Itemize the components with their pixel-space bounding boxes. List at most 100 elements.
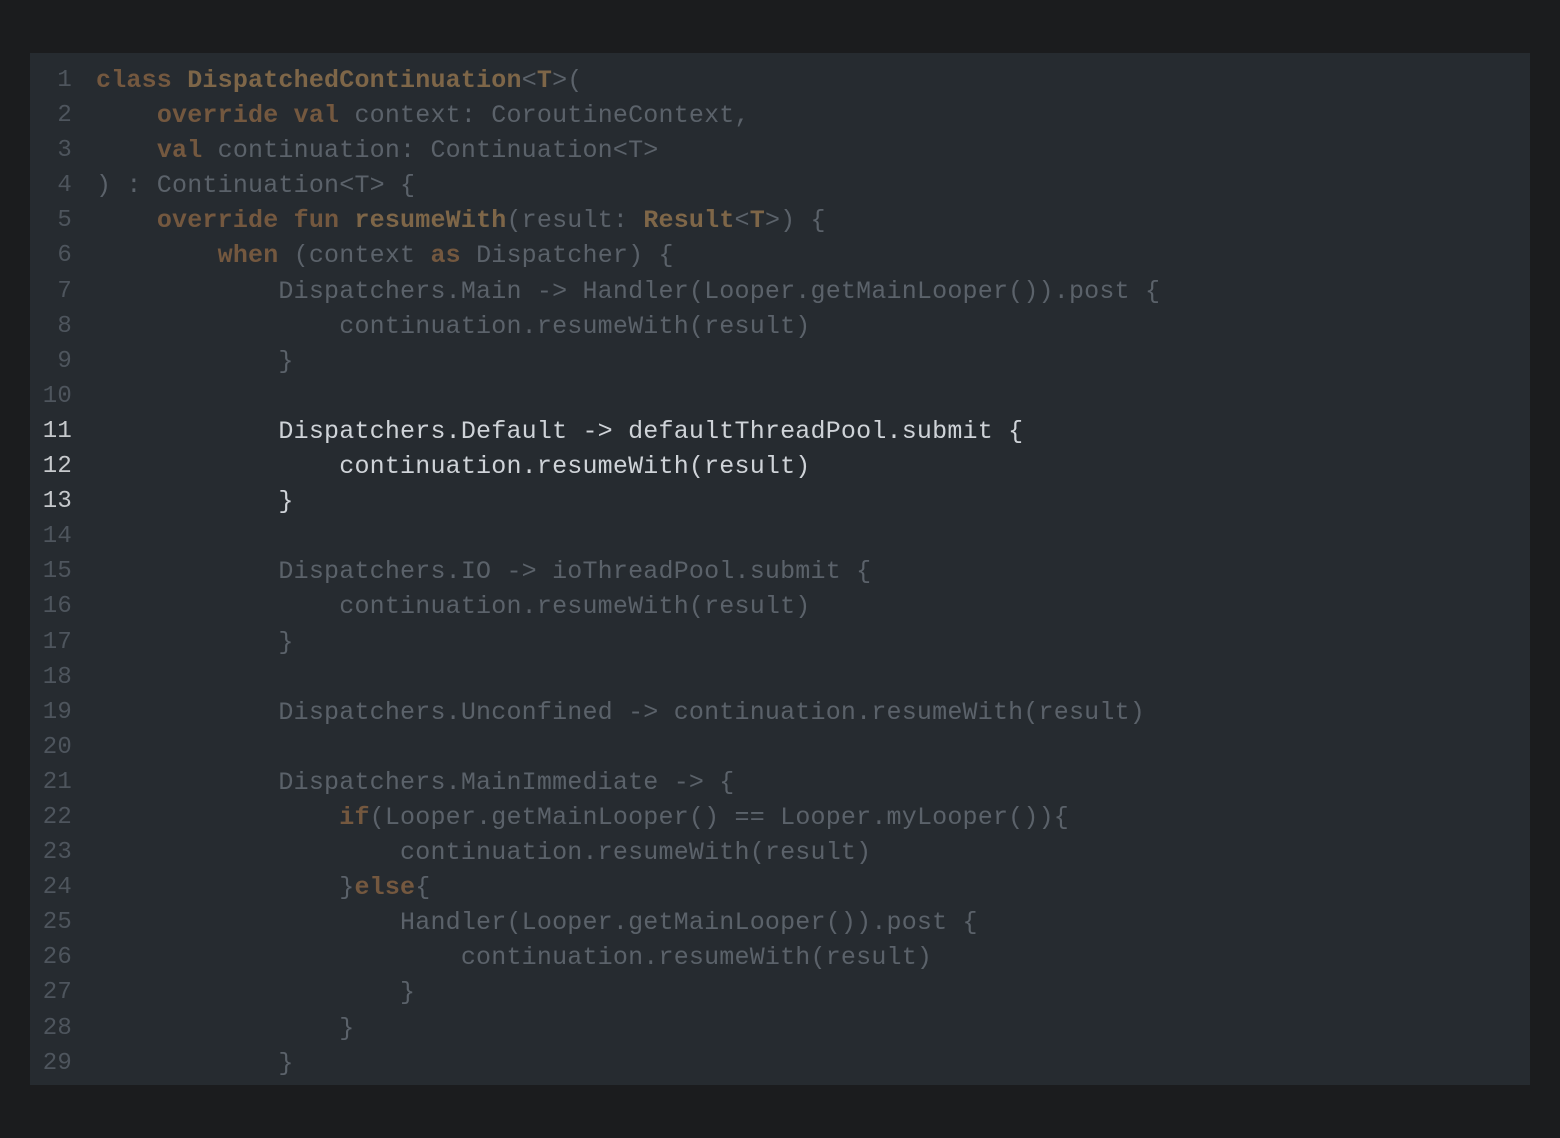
code-text: when (context as Dispatcher) {: [96, 238, 674, 273]
code-line[interactable]: 28 }: [30, 1011, 1530, 1046]
code-token: <: [521, 66, 537, 95]
code-token: Dispatchers.Main -> Handler(Looper.getMa…: [96, 276, 1161, 306]
code-token: }: [96, 627, 294, 657]
line-number: 3: [57, 137, 72, 165]
line-number: 18: [42, 663, 72, 691]
line-number: 25: [42, 909, 72, 937]
code-text: continuation.resumeWith(result): [96, 835, 871, 870]
code-line[interactable]: 6 when (context as Dispatcher) {: [30, 238, 1530, 273]
code-token: continuation.resumeWith(result): [96, 452, 811, 482]
code-line[interactable]: 25 Handler(Looper.getMainLooper()).post …: [30, 905, 1530, 940]
code-line[interactable]: 10: [30, 379, 1530, 414]
code-line[interactable]: 9 }: [30, 344, 1530, 379]
code-line[interactable]: 12 continuation.resumeWith(result): [30, 449, 1530, 484]
code-token: (Looper.getMainLooper() == Looper.myLoop…: [369, 802, 1069, 832]
code-token: }: [96, 346, 294, 376]
code-line[interactable]: 8 continuation.resumeWith(result): [30, 309, 1530, 344]
code-text: }: [96, 975, 415, 1010]
code-line[interactable]: 27 }: [30, 975, 1530, 1010]
code-line[interactable]: 21 Dispatchers.MainImmediate -> {: [30, 765, 1530, 800]
code-line[interactable]: 2 override val context: CoroutineContext…: [30, 98, 1530, 133]
code-token: (context: [278, 241, 431, 271]
line-number: 21: [42, 768, 72, 796]
line-number: 23: [42, 839, 72, 867]
line-number: 28: [42, 1014, 72, 1042]
code-token: }: [96, 873, 355, 903]
code-token: Dispatchers.IO -> ioThreadPool.submit {: [96, 557, 872, 587]
code-text: if(Looper.getMainLooper() == Looper.myLo…: [96, 800, 1069, 835]
line-number: 20: [42, 733, 72, 761]
code-token: Dispatchers.MainImmediate -> {: [96, 767, 735, 797]
code-line[interactable]: 15 Dispatchers.IO -> ioThreadPool.submit…: [30, 554, 1530, 589]
code-text: val continuation: Continuation<T>: [96, 133, 659, 168]
code-token: Dispatchers.Unconfined -> continuation.r…: [96, 697, 1145, 727]
code-token: }: [96, 487, 294, 517]
line-number: 26: [42, 944, 72, 972]
code-text: Dispatchers.Unconfined -> continuation.r…: [96, 695, 1145, 730]
code-line[interactable]: 13 }: [30, 484, 1530, 519]
code-text: Handler(Looper.getMainLooper()).post {: [96, 905, 978, 940]
code-token: continuation.resumeWith(result): [96, 592, 811, 622]
code-line[interactable]: 29 }: [30, 1046, 1530, 1081]
code-text: }: [96, 484, 294, 519]
line-number: 5: [57, 207, 72, 235]
line-number: 15: [42, 558, 72, 586]
code-token: continuation.resumeWith(result): [96, 943, 933, 973]
code-text: class DispatchedContinuation<T>(: [96, 63, 583, 98]
code-text: }else{: [96, 870, 430, 905]
code-line[interactable]: 3 val continuation: Continuation<T>: [30, 133, 1530, 168]
code-line[interactable]: 20: [30, 730, 1530, 765]
code-token: >) {: [764, 206, 826, 236]
code-token: continuation.resumeWith(result): [96, 838, 872, 868]
keyword-token: val: [156, 136, 203, 166]
code-line[interactable]: 4) : Continuation<T> {: [30, 168, 1530, 203]
code-token: Dispatcher) {: [460, 241, 674, 271]
code-line[interactable]: 24 }else{: [30, 870, 1530, 905]
code-text: continuation.resumeWith(result): [96, 449, 811, 484]
code-token: }: [96, 1048, 294, 1078]
code-text: Dispatchers.MainImmediate -> {: [96, 765, 735, 800]
code-line[interactable]: 17 }: [30, 625, 1530, 660]
code-text: continuation.resumeWith(result): [96, 940, 932, 975]
code-line[interactable]: 1 class DispatchedContinuation<T>(: [30, 63, 1530, 98]
keyword-token: override fun: [156, 206, 355, 236]
identifier-token: T: [536, 66, 553, 95]
line-number: 10: [42, 382, 72, 410]
line-number: 29: [42, 1049, 72, 1077]
code-line[interactable]: 23 continuation.resumeWith(result): [30, 835, 1530, 870]
code-text: }: [96, 625, 294, 660]
code-line[interactable]: 16 continuation.resumeWith(result): [30, 589, 1530, 624]
code-token: ) : Continuation<T> {: [96, 171, 416, 201]
code-text: Dispatchers.IO -> ioThreadPool.submit {: [96, 554, 871, 589]
code-token: >(: [552, 66, 583, 95]
code-line[interactable]: 19 Dispatchers.Unconfined -> continuatio…: [30, 695, 1530, 730]
line-number: 1: [57, 67, 72, 94]
code-token: }: [96, 1013, 355, 1043]
code-line[interactable]: 5 override fun resumeWith(result: Result…: [30, 203, 1530, 238]
code-line[interactable]: 7 Dispatchers.Main -> Handler(Looper.get…: [30, 274, 1530, 309]
code-area[interactable]: 1 class DispatchedContinuation<T>(2 overr…: [30, 63, 1530, 1081]
code-editor[interactable]: 1 class DispatchedContinuation<T>(2 overr…: [30, 53, 1530, 1085]
line-number: 17: [42, 628, 72, 656]
identifier-token: Result: [643, 206, 735, 236]
code-line[interactable]: 11 Dispatchers.Default -> defaultThreadP…: [30, 414, 1530, 449]
identifier-token: T: [749, 206, 765, 236]
code-token: Dispatchers.Default -> defaultThreadPool…: [96, 416, 1024, 446]
code-line[interactable]: 22 if(Looper.getMainLooper() == Looper.m…: [30, 800, 1530, 835]
identifier-token: resumeWith: [354, 206, 507, 236]
code-token: (result:: [506, 206, 644, 236]
code-line[interactable]: 26 continuation.resumeWith(result): [30, 940, 1530, 975]
keyword-token: else: [354, 873, 416, 903]
code-text: Dispatchers.Default -> defaultThreadPool…: [96, 414, 1023, 449]
keyword-token: if: [339, 802, 370, 832]
code-line[interactable]: 18: [30, 660, 1530, 695]
code-text: }: [96, 1046, 294, 1081]
code-line[interactable]: 14: [30, 519, 1530, 554]
code-token: }: [96, 978, 416, 1008]
line-number: 6: [57, 242, 72, 270]
line-number: 24: [42, 874, 72, 902]
